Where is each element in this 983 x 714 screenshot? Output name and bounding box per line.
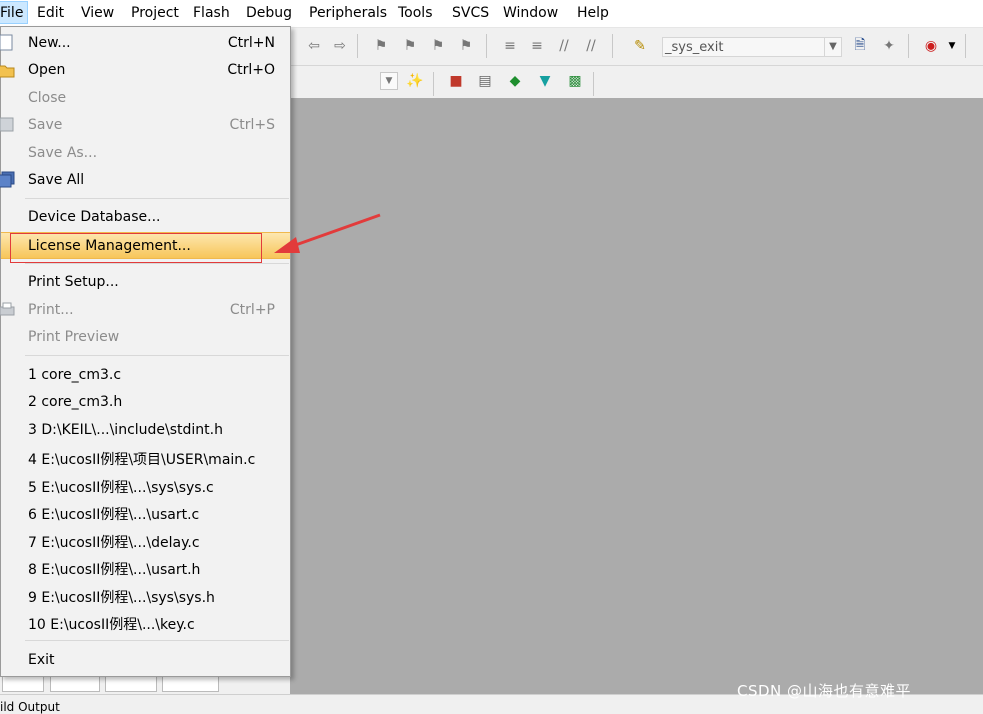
- menu-item-print[interactable]: Print... Ctrl+P: [0, 297, 290, 324]
- menu-separator: [25, 355, 289, 356]
- recent-file-item[interactable]: 8 E:\ucosII例程\...\usart.h: [1, 554, 290, 581]
- menu-peripherals[interactable]: Peripherals: [309, 5, 387, 22]
- menu-window[interactable]: Window: [503, 5, 558, 22]
- manage-run-time-environment-icon[interactable]: ◆: [506, 72, 524, 90]
- comment-icon[interactable]: //: [555, 37, 573, 55]
- menu-tools[interactable]: Tools: [398, 5, 433, 22]
- file-toolbar: ⇦ ⇨ ⚑ ⚑ ⚑ ⚑ ≡ ≡ // // ✎ _sys_exit ▼ 🗎 ✦ …: [290, 28, 983, 66]
- bookmark-clear-icon[interactable]: ⚑: [457, 37, 475, 55]
- functions-tab[interactable]: [105, 676, 157, 692]
- menu-item-print-setup[interactable]: Print Setup...: [1, 269, 290, 296]
- toolbar-separator: [612, 34, 613, 58]
- toolbar-separator: [433, 72, 434, 96]
- file-menu-dropdown: New... Ctrl+N Open Ctrl+O Close Save Ctr…: [0, 26, 291, 677]
- incremental-find-icon[interactable]: ✦: [880, 37, 898, 55]
- menu-view[interactable]: View: [81, 5, 114, 22]
- bookmark-previous-icon[interactable]: ⚑: [401, 37, 419, 55]
- options-for-target-icon[interactable]: ✨: [406, 72, 424, 90]
- menu-help[interactable]: Help: [577, 5, 609, 22]
- build-output-title: ild Output: [0, 700, 60, 714]
- navigate-back-icon[interactable]: ⇦: [305, 37, 323, 55]
- menu-separator: [25, 640, 289, 641]
- indent-icon[interactable]: ≡: [501, 37, 519, 55]
- recent-file-item[interactable]: 3 D:\KEIL\...\include\stdint.h: [1, 417, 290, 444]
- function-combo-value: _sys_exit: [665, 40, 724, 55]
- books-tab[interactable]: [50, 676, 100, 692]
- toolbar-separator: [486, 34, 487, 58]
- chevron-down-icon[interactable]: ▼: [380, 72, 398, 90]
- recent-file-item[interactable]: 2 core_cm3.h: [1, 389, 290, 416]
- bookmark-toggle-icon[interactable]: ⚑: [372, 37, 390, 55]
- pack-installer-icon[interactable]: ▼: [536, 72, 554, 90]
- open-folder-icon: [0, 61, 15, 79]
- recent-file-item[interactable]: 6 E:\ucosII例程\...\usart.c: [1, 499, 290, 526]
- find-icon[interactable]: 🗎: [851, 37, 869, 55]
- menu-debug[interactable]: Debug: [246, 5, 292, 22]
- menu-item-device-database[interactable]: Device Database...: [1, 204, 290, 231]
- select-packs-icon[interactable]: ▤: [476, 72, 494, 90]
- save-icon: [0, 116, 15, 134]
- menu-separator: [25, 198, 289, 199]
- menu-item-save-all[interactable]: Save All: [0, 167, 290, 194]
- project-tab[interactable]: [2, 676, 44, 692]
- menu-item-new[interactable]: New... Ctrl+N: [0, 30, 290, 57]
- annotation-arrow-icon: [274, 213, 381, 253]
- printer-icon: [0, 301, 15, 319]
- menu-file[interactable]: File: [0, 1, 29, 24]
- annotation-highlight-box: [10, 233, 262, 263]
- toolbar-separator: [357, 34, 358, 58]
- manage-project-items-icon[interactable]: ■: [447, 72, 465, 90]
- navigate-forward-icon[interactable]: ⇨: [331, 37, 349, 55]
- menu-bar: File Edit View Project Flash Debug Perip…: [0, 0, 983, 28]
- function-combo[interactable]: _sys_exit ▼: [662, 37, 842, 57]
- menu-project[interactable]: Project: [131, 5, 179, 22]
- software-packs-icon[interactable]: ▩: [566, 72, 584, 90]
- menu-item-save-as[interactable]: Save As...: [1, 140, 290, 167]
- toolbar-separator: [965, 34, 966, 58]
- menu-separator: [25, 263, 289, 264]
- recent-file-item[interactable]: 9 E:\ucosII例程\...\sys\sys.h: [1, 582, 290, 609]
- debug-session-icon[interactable]: ◉: [922, 37, 940, 55]
- new-file-icon: [0, 34, 15, 52]
- menu-flash[interactable]: Flash: [193, 5, 230, 22]
- find-in-files-icon[interactable]: ✎: [631, 37, 649, 55]
- save-all-icon: [0, 171, 15, 189]
- recent-file-item[interactable]: 1 core_cm3.c: [1, 362, 290, 389]
- watermark: CSDN @山海也有意难平: [737, 682, 912, 700]
- recent-file-item[interactable]: 7 E:\ucosII例程\...\delay.c: [1, 527, 290, 554]
- templates-tab[interactable]: [162, 676, 219, 692]
- menu-item-exit[interactable]: Exit: [1, 647, 290, 674]
- menu-edit[interactable]: Edit: [37, 5, 64, 22]
- editor-workspace: [290, 98, 983, 694]
- build-toolbar: ▼ ✨ ■ ▤ ◆ ▼ ▩: [290, 66, 983, 98]
- menu-item-close[interactable]: Close: [1, 85, 290, 112]
- bookmark-next-icon[interactable]: ⚑: [429, 37, 447, 55]
- recent-file-item[interactable]: 5 E:\ucosII例程\...\sys\sys.c: [1, 472, 290, 499]
- chevron-down-icon[interactable]: ▼: [943, 37, 961, 55]
- menu-item-save[interactable]: Save Ctrl+S: [0, 112, 290, 139]
- toolbar-separator: [593, 72, 594, 96]
- toolbar-separator: [908, 34, 909, 58]
- recent-file-item[interactable]: 4 E:\ucosII例程\项目\USER\main.c: [1, 444, 290, 471]
- menu-item-open[interactable]: Open Ctrl+O: [0, 57, 290, 84]
- chevron-down-icon[interactable]: ▼: [824, 38, 841, 56]
- menu-svcs[interactable]: SVCS: [452, 5, 489, 22]
- unindent-icon[interactable]: ≡: [528, 37, 546, 55]
- menu-item-print-preview[interactable]: Print Preview: [1, 324, 290, 351]
- recent-file-item[interactable]: 10 E:\ucosII例程\...\key.c: [1, 609, 290, 636]
- uncomment-icon[interactable]: //: [582, 37, 600, 55]
